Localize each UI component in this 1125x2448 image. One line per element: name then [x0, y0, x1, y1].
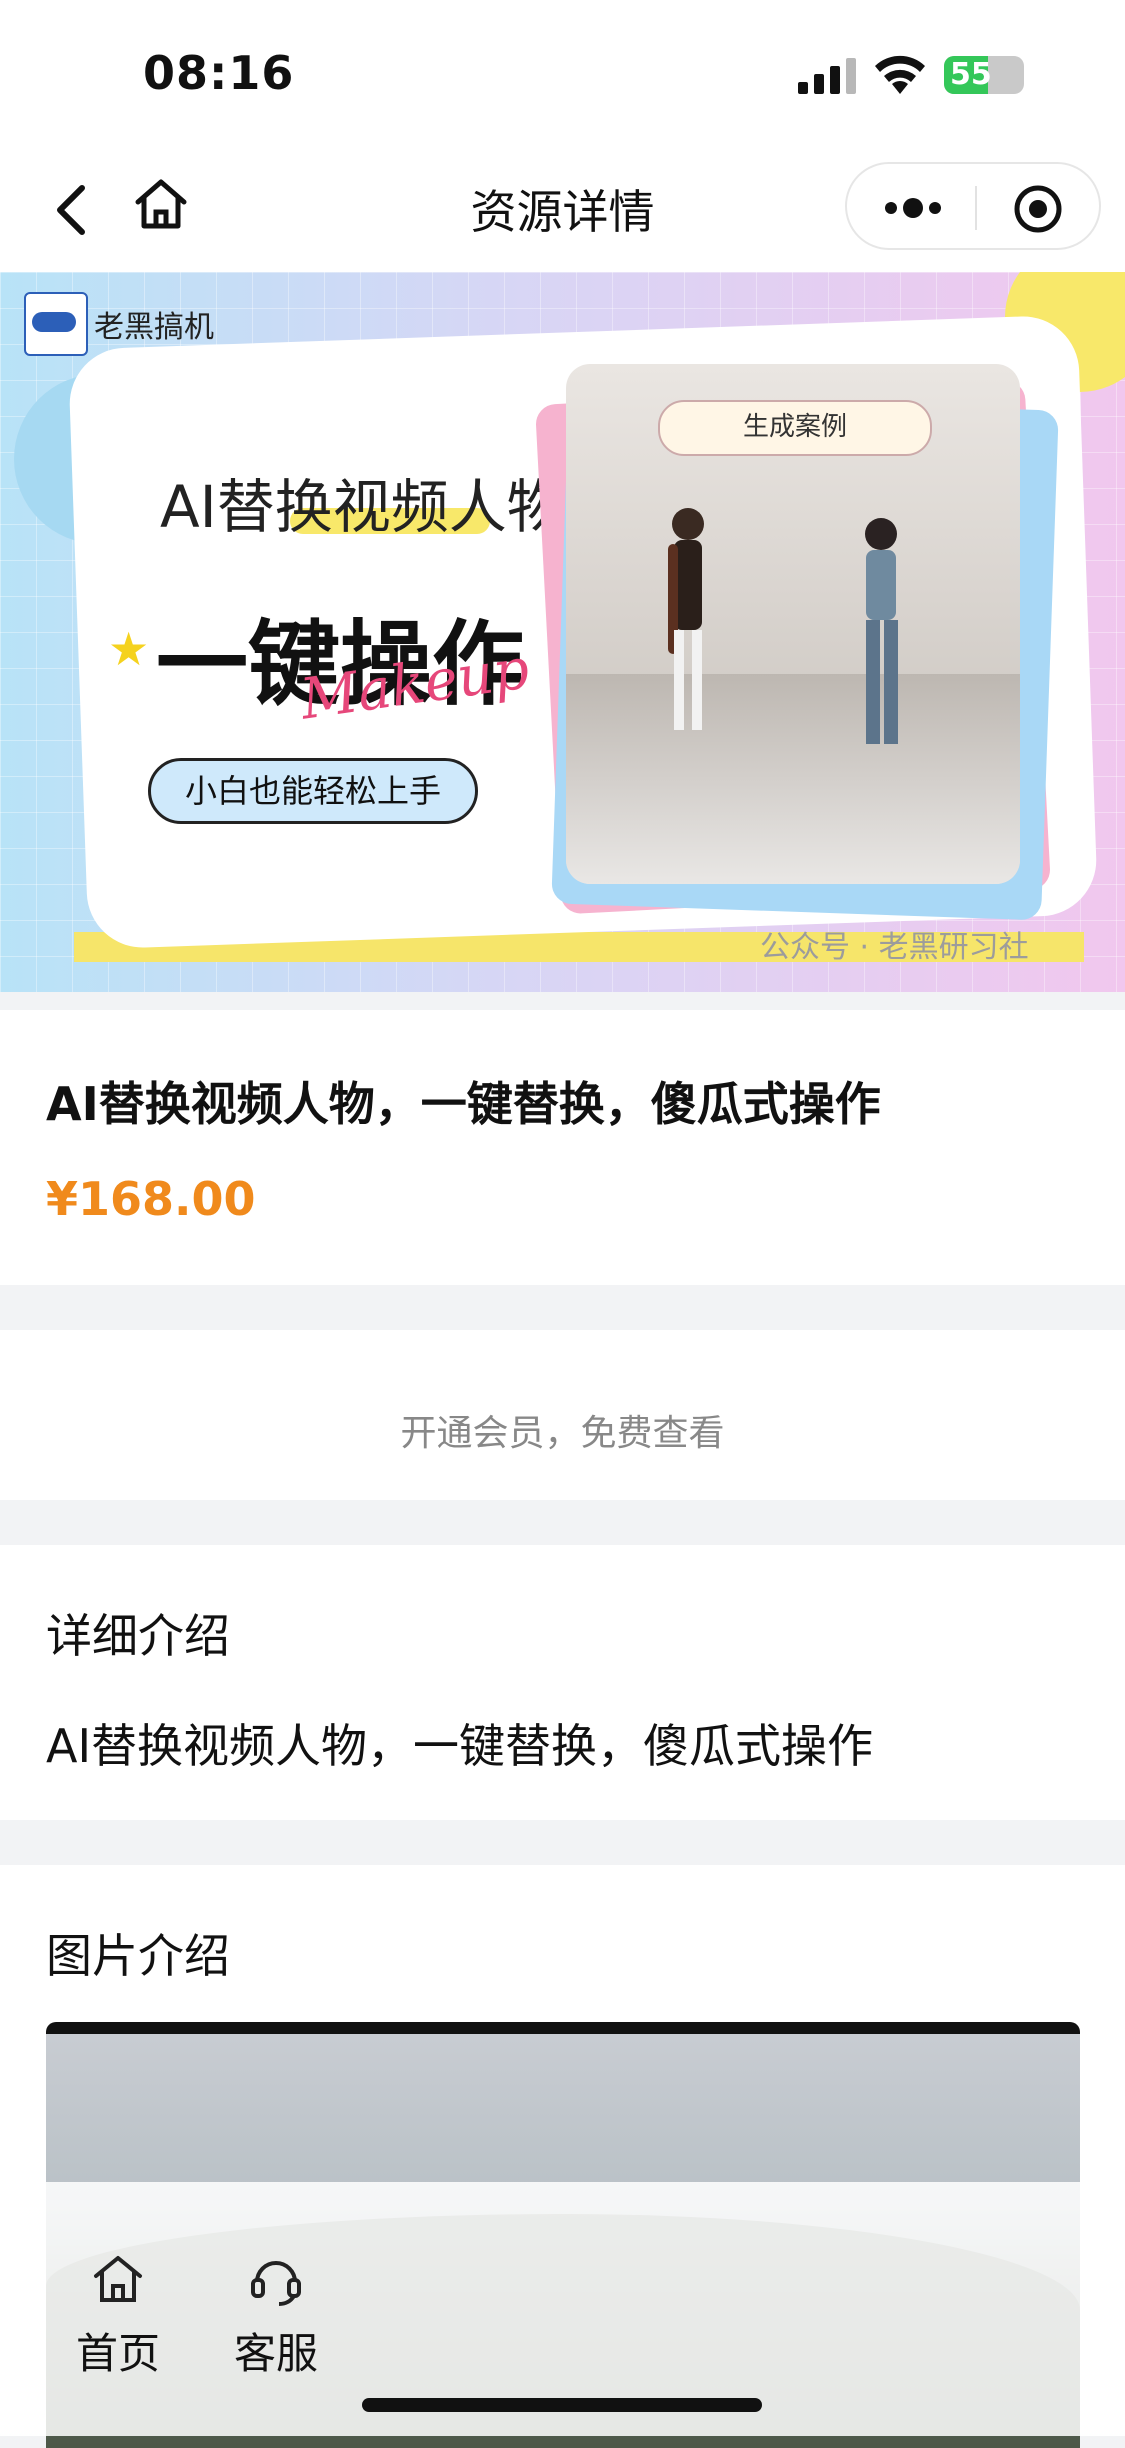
dancer-figure — [668, 508, 704, 730]
battery-percent: 55 — [950, 57, 992, 92]
banner-heading-small: AI替换视频人物 — [160, 473, 565, 541]
photo-label: 生成案例 — [658, 400, 932, 456]
brand-logo — [24, 292, 88, 356]
product-banner-image[interactable]: 老黑搞机 AI替换视频人物 ★ 一键操作 Makeup 小白也能轻松上手 生成案… — [0, 272, 1125, 992]
detail-body: AI替换视频人物，一键替换，傻瓜式操作 — [46, 1719, 874, 1773]
wifi-icon — [875, 55, 925, 94]
home-indicator[interactable] — [362, 2398, 762, 2412]
mini-program-capsule — [845, 162, 1101, 250]
status-bar: 08:16 55 — [0, 0, 1125, 150]
battery-icon: 55 — [944, 56, 1024, 94]
open-membership-link[interactable]: 开通会员，免费查看 — [0, 1404, 1125, 1456]
capsule-divider — [975, 186, 977, 230]
nav-bar: 资源详情 — [0, 150, 1125, 272]
star-icon: ★ — [108, 622, 150, 676]
tab-customer-service[interactable]: 客服 — [216, 2252, 336, 2381]
example-photo: 生成案例 — [566, 364, 1020, 884]
more-icon[interactable] — [883, 190, 943, 226]
product-title: AI替换视频人物，一键替换，傻瓜式操作 — [46, 1077, 881, 1131]
cellular-signal-icon — [798, 58, 856, 94]
product-info-section — [0, 1010, 1125, 1285]
status-time: 08:16 — [143, 46, 295, 100]
watermark: 公众号 · 老黑研习社 — [760, 930, 1029, 965]
product-price: ¥168.00 — [46, 1172, 256, 1226]
images-heading: 图片介绍 — [46, 1929, 230, 1983]
home-tab-icon — [94, 2256, 142, 2302]
dancer-figure — [865, 518, 898, 744]
headset-icon — [251, 2261, 301, 2306]
tab-home-label: 首页 — [75, 2329, 160, 2378]
banner-pill: 小白也能轻松上手 — [148, 758, 478, 824]
detail-heading: 详细介绍 — [46, 1609, 230, 1663]
tab-service-label: 客服 — [233, 2329, 318, 2378]
tab-home[interactable]: 首页 — [58, 2252, 178, 2381]
close-miniprogram-icon[interactable] — [1013, 184, 1063, 234]
brand-name: 老黑搞机 — [94, 310, 214, 345]
detail-section — [0, 1545, 1125, 1820]
